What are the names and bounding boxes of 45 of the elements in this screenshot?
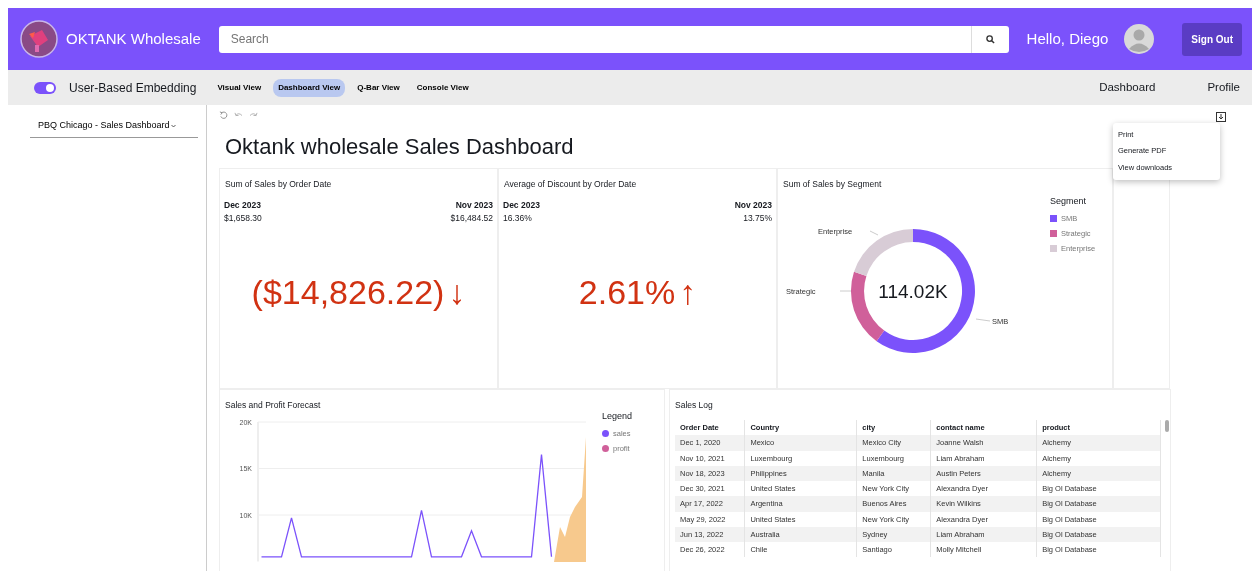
caret-icon	[170, 123, 176, 128]
view-tab[interactable]: Visual View	[212, 78, 267, 97]
brand-name: OKTANK Wholesale	[66, 28, 201, 49]
leader-line	[869, 230, 879, 236]
kpi-value: ($14,826.22)	[251, 271, 445, 313]
trend-arrow: ↓	[448, 271, 466, 313]
greeting: Hello, Diego	[1026, 28, 1109, 49]
undo-icon[interactable]	[234, 112, 243, 119]
tile-title: Sum of Sales by Order Date	[224, 178, 333, 192]
legend-title: Legend	[602, 410, 633, 424]
embedding-toggle[interactable]	[34, 81, 56, 94]
period-label: Dec 2023	[224, 199, 262, 212]
tile-title: Sales Log	[674, 399, 714, 413]
nav-link[interactable]: Dashboard	[1099, 78, 1156, 97]
period-label: Dec 2023	[503, 199, 540, 212]
toggle-label: User-Based Embedding	[69, 79, 197, 97]
leader-line	[975, 318, 991, 322]
period-label: Nov 2023	[734, 199, 772, 212]
tile-title: Average of Discount by Order Date	[503, 178, 638, 192]
sign-out-button[interactable]: Sign Out	[1182, 22, 1242, 56]
tile-title: Sum of Sales by Segment	[782, 178, 883, 192]
period-value: 16.36%	[503, 211, 533, 225]
period-label: Nov 2023	[454, 199, 493, 212]
nav-link[interactable]: Profile	[1207, 78, 1240, 97]
scrollbar[interactable]	[1165, 420, 1169, 433]
redo-icon[interactable]	[249, 112, 258, 119]
kpi-value: 2.61%	[578, 271, 676, 313]
view-tab[interactable]: Q-Bar View	[352, 78, 405, 97]
period-value: 13.75%	[742, 211, 772, 225]
search-icon	[985, 34, 995, 44]
period-value: $1,658.30	[224, 211, 262, 225]
search-button[interactable]	[970, 25, 1009, 53]
trend-arrow: ↑	[679, 271, 697, 313]
period-value: $16,484.52	[450, 211, 493, 225]
download-icon[interactable]	[1216, 112, 1226, 122]
tile-title: Sales and Profit Forecast	[224, 399, 322, 413]
view-tab[interactable]: Dashboard View	[273, 78, 346, 97]
search-field[interactable]: Search	[218, 25, 971, 53]
avatar-icon[interactable]	[1124, 24, 1155, 54]
reset-icon[interactable]	[219, 111, 228, 120]
legend-title: Segment	[1050, 195, 1088, 209]
donut-total: 114.02K	[878, 281, 948, 303]
view-tab[interactable]: Console View	[411, 78, 474, 97]
dashboard-title: Oktank wholesale Sales Dashboard	[225, 134, 574, 161]
logo-icon	[20, 20, 58, 58]
